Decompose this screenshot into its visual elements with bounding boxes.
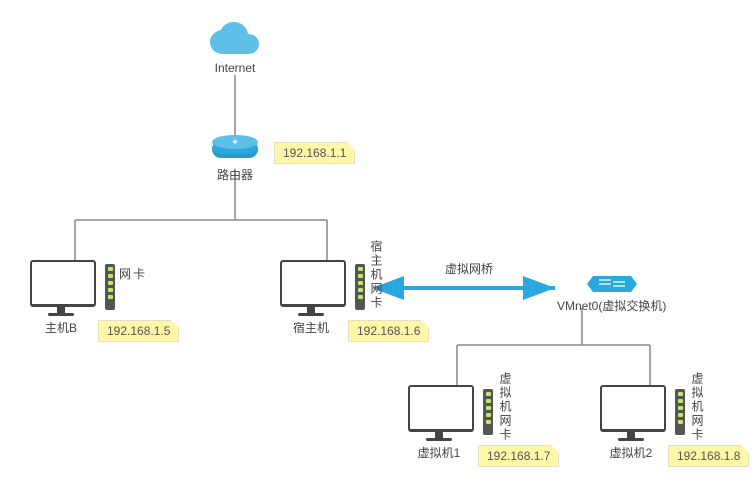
node-vm2: 虚拟机2 [600, 385, 662, 461]
vm2-label: 虚拟机2 [600, 444, 662, 461]
vm1-nic-label: 虚拟机网卡 [497, 372, 514, 442]
host-nic-icon [355, 264, 365, 310]
hostB-nic-icon [105, 264, 115, 310]
node-host: 宿主机 [280, 260, 342, 336]
hostB-label: 主机B [30, 319, 92, 336]
vswitch-label: VMnet0(虚拟交换机) [557, 297, 666, 314]
bridge-label: 虚拟网桥 [445, 260, 493, 277]
host-nic-label: 宿主机网卡 [368, 240, 385, 310]
cloud-icon [205, 22, 265, 58]
host-label: 宿主机 [280, 319, 342, 336]
switch-icon [587, 272, 637, 294]
vm1-ip: 192.168.1.7 [478, 445, 559, 467]
internet-label: Internet [205, 61, 265, 75]
vm2-nic-icon [675, 389, 685, 435]
node-router: ✦ 路由器 [212, 140, 258, 183]
monitor-icon [280, 260, 342, 316]
vm2-ip: 192.168.1.8 [668, 445, 749, 467]
router-ip: 192.168.1.1 [274, 142, 355, 164]
hostB-nic-label: 网卡 [119, 265, 147, 282]
node-hostB: 主机B [30, 260, 92, 336]
router-label: 路由器 [212, 166, 258, 183]
host-ip: 192.168.1.6 [348, 320, 429, 342]
node-internet: Internet [205, 22, 265, 75]
monitor-icon [30, 260, 92, 316]
vm2-nic-label: 虚拟机网卡 [689, 372, 706, 442]
vm1-label: 虚拟机1 [408, 444, 470, 461]
node-vswitch: VMnet0(虚拟交换机) [557, 272, 666, 314]
router-icon: ✦ [212, 140, 258, 158]
monitor-icon [600, 385, 662, 441]
monitor-icon [408, 385, 470, 441]
vm1-nic-icon [483, 389, 493, 435]
node-vm1: 虚拟机1 [408, 385, 470, 461]
hostB-ip: 192.168.1.5 [98, 320, 179, 342]
